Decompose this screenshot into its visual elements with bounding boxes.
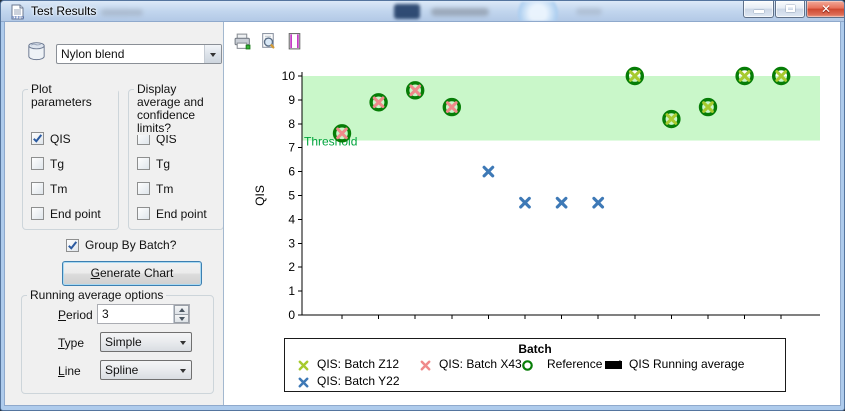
chart: Threshold012345678910QIS bbox=[224, 22, 842, 334]
line-dropdown-value: Spline bbox=[105, 363, 138, 377]
legend-swatch-x bbox=[297, 359, 310, 372]
y-tick-label: 9 bbox=[288, 93, 295, 107]
y-tick-label: 1 bbox=[288, 284, 295, 298]
y-tick-label: 10 bbox=[282, 69, 296, 83]
checkbox-box[interactable] bbox=[31, 132, 44, 145]
y-tick-label: 6 bbox=[288, 165, 295, 179]
legend-entry-label: QIS: Batch Y22 bbox=[317, 374, 400, 388]
checkbox-label: End point bbox=[156, 207, 207, 221]
titlebar-glass-artifact bbox=[101, 9, 143, 16]
spin-down-button[interactable] bbox=[174, 315, 189, 324]
close-button[interactable]: ✕ bbox=[806, 1, 845, 18]
group-title: Display average and confidence limits? bbox=[134, 83, 226, 135]
type-label: Type bbox=[58, 336, 84, 350]
checkbox-box[interactable] bbox=[31, 182, 44, 195]
y-tick-label: 7 bbox=[288, 141, 295, 155]
data-point bbox=[521, 198, 530, 207]
checkbox-box[interactable] bbox=[137, 157, 150, 170]
titlebar-glass-artifact bbox=[394, 4, 420, 19]
plot-checkbox-end-point[interactable]: End point bbox=[31, 206, 118, 221]
y-axis-title: QIS bbox=[253, 185, 267, 206]
y-tick-label: 8 bbox=[288, 117, 295, 131]
checkbox-box[interactable] bbox=[137, 207, 150, 220]
legend-swatch-ring bbox=[521, 359, 534, 372]
type-dropdown[interactable]: Simple bbox=[100, 332, 192, 352]
minimize-icon bbox=[754, 10, 764, 13]
checkbox-label: QIS bbox=[50, 132, 71, 146]
close-icon: ✕ bbox=[807, 2, 845, 16]
type-dropdown-value: Simple bbox=[105, 335, 142, 349]
checkbox-box[interactable] bbox=[137, 182, 150, 195]
plot-checkbox-qis[interactable]: QIS bbox=[31, 131, 118, 146]
window-title: Test Results bbox=[31, 4, 96, 18]
line-dropdown[interactable]: Spline bbox=[100, 360, 192, 380]
data-point bbox=[594, 198, 603, 207]
chart-panel: Threshold012345678910QIS Batch QIS: Batc… bbox=[223, 22, 840, 405]
checkbox-label: End point bbox=[50, 207, 101, 221]
titlebar-glass-artifact bbox=[431, 8, 489, 16]
group-title: Running average options bbox=[27, 289, 166, 302]
checkbox-box[interactable] bbox=[31, 157, 44, 170]
display-checkbox-tg[interactable]: Tg bbox=[137, 156, 223, 171]
legend-title: Batch bbox=[285, 342, 785, 356]
plot-checkbox-tm[interactable]: Tm bbox=[31, 181, 118, 196]
maximize-icon bbox=[786, 5, 795, 12]
generate-chart-button[interactable]: Generate Chart bbox=[62, 261, 202, 286]
arrow-down-icon bbox=[179, 317, 185, 321]
settings-panel: Nylon blend Plot parameters QIS Tg Tm End p… bbox=[5, 22, 223, 405]
chevron-down-icon bbox=[174, 361, 191, 379]
generate-chart-label: Generate Chart bbox=[91, 262, 174, 285]
display-average-group: Display average and confidence limits? Q… bbox=[128, 89, 224, 230]
chevron-down-icon bbox=[174, 333, 191, 351]
group-by-batch-checkbox[interactable] bbox=[66, 239, 79, 252]
y-tick-label: 2 bbox=[288, 260, 295, 274]
y-tick-label: 3 bbox=[288, 236, 295, 250]
plot-checkbox-tg[interactable]: Tg bbox=[31, 156, 118, 171]
display-checkbox-end-point[interactable]: End point bbox=[137, 206, 223, 221]
checkbox-group-by-batch[interactable]: Group By Batch? bbox=[66, 238, 176, 252]
spin-up-button[interactable] bbox=[174, 305, 189, 315]
y-tick-label: 0 bbox=[288, 308, 295, 322]
running-average-group: Running average options Period 3 Type Si… bbox=[21, 295, 214, 394]
material-dropdown[interactable]: Nylon blend bbox=[56, 44, 222, 64]
svg-text:REPO: REPO bbox=[12, 15, 25, 20]
titlebar-glass-artifact bbox=[576, 8, 602, 15]
chart-legend: Batch QIS: Batch Z12 QIS: Batch X43 QIS: B… bbox=[284, 338, 786, 392]
data-point bbox=[484, 167, 493, 176]
maximize-button[interactable] bbox=[775, 1, 805, 18]
y-tick-label: 5 bbox=[288, 189, 295, 203]
group-title: Plot parameters bbox=[28, 83, 118, 109]
data-point bbox=[557, 198, 566, 207]
period-spinner bbox=[173, 305, 189, 323]
material-dropdown-value: Nylon blend bbox=[61, 47, 124, 61]
group-by-batch-label: Group By Batch? bbox=[85, 238, 176, 252]
material-sample-icon bbox=[25, 40, 48, 66]
y-tick-label: 4 bbox=[288, 212, 295, 226]
checkbox-label: Tm bbox=[50, 182, 67, 196]
legend-swatch-bar bbox=[605, 361, 622, 369]
period-label: Period bbox=[58, 308, 93, 322]
period-input[interactable]: 3 bbox=[97, 304, 190, 324]
plot-parameters-items: QIS Tg Tm End point bbox=[23, 90, 118, 221]
arrow-up-icon bbox=[179, 308, 185, 312]
checkbox-label: Tg bbox=[156, 157, 170, 171]
legend-entry-label: QIS: Batch X43 bbox=[439, 357, 522, 371]
line-label: Line bbox=[58, 364, 81, 378]
legend-entry-label: QIS: Batch Z12 bbox=[317, 357, 399, 371]
minimize-button[interactable] bbox=[743, 1, 774, 18]
plot-parameters-group: Plot parameters QISTgTmEnd point bbox=[22, 89, 119, 230]
checkbox-box[interactable] bbox=[31, 207, 44, 220]
titlebar-glass-artifact bbox=[513, 2, 563, 21]
display-checkbox-tm[interactable]: Tm bbox=[137, 181, 223, 196]
chevron-down-icon bbox=[204, 45, 221, 63]
legend-entry-label: QIS Running average bbox=[629, 357, 744, 371]
legend-swatch-x bbox=[419, 359, 432, 372]
period-value: 3 bbox=[102, 307, 109, 321]
test-results-window: REPO Test Results ✕ Nylon blend bbox=[0, 0, 845, 411]
legend-swatch-x bbox=[297, 376, 310, 389]
checkbox-label: Tm bbox=[156, 182, 173, 196]
client-area: Nylon blend Plot parameters QIS Tg Tm End p… bbox=[5, 22, 840, 405]
titlebar[interactable]: REPO Test Results ✕ bbox=[1, 1, 844, 22]
checkbox-label: Tg bbox=[50, 157, 64, 171]
